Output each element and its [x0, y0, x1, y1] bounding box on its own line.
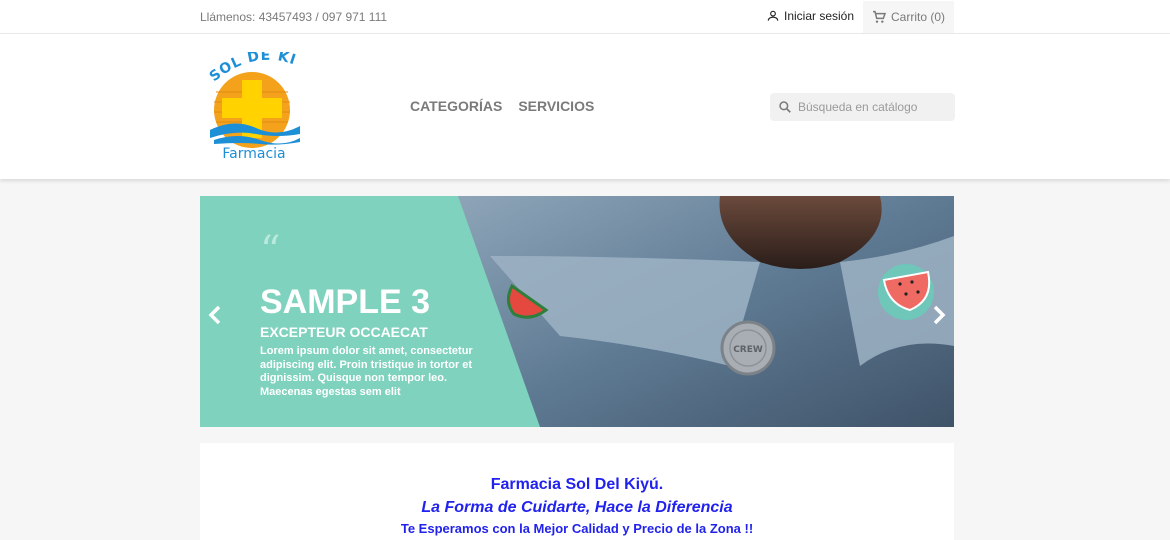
- cart-label: Carrito (0): [891, 10, 946, 24]
- slide-subtitle: EXCEPTEUR OCCAECAT: [260, 324, 428, 340]
- slide-title: SAMPLE 3: [260, 283, 431, 321]
- quote-mark: “: [260, 228, 281, 274]
- search-icon[interactable]: [778, 100, 792, 114]
- welcome-slogan: La Forma de Cuidarte, Hace la Diferencia: [421, 499, 733, 516]
- welcome-tagline: Te Esperamos con la Mejor Calidad y Prec…: [400, 521, 754, 536]
- login-link[interactable]: Iniciar sesión: [766, 9, 854, 23]
- store-logo[interactable]: SOL DE KIYÚ Farmacia: [197, 38, 304, 164]
- chevron-left-icon[interactable]: [206, 304, 226, 326]
- welcome-section: Farmacia Sol Del Kiyú. La Forma de Cuida…: [200, 443, 954, 540]
- hero-carousel: CREW “ SAMPLE 3 EXCEPTEUR OCCAECAT Lorem…: [200, 196, 954, 427]
- button-pin-text: CREW: [733, 345, 763, 355]
- nav-servicios[interactable]: SERVICIOS: [518, 98, 594, 114]
- user-icon: [767, 10, 779, 21]
- slide-text: Lorem ipsum dolor sit amet, consectetur …: [260, 345, 473, 398]
- chevron-right-icon[interactable]: [928, 304, 948, 326]
- cart-button[interactable]: Carrito (0): [863, 1, 954, 33]
- search-box[interactable]: [770, 93, 955, 121]
- contact-phone: Llámenos: 43457493 / 097 971 111: [200, 10, 388, 24]
- cart-icon: [873, 10, 887, 23]
- main-nav: CATEGORÍAS SERVICIOS: [410, 98, 594, 114]
- top-bar: Llámenos: 43457493 / 097 971 111 Iniciar…: [0, 0, 1170, 34]
- welcome-title: Farmacia Sol Del Kiyú.: [490, 476, 664, 493]
- search-input[interactable]: [798, 100, 948, 114]
- logo-sub-text: Farmacia: [222, 146, 285, 162]
- nav-categorias[interactable]: CATEGORÍAS: [410, 98, 502, 114]
- login-label: Iniciar sesión: [784, 9, 855, 23]
- site-header: SOL DE KIYÚ Farmacia CATEGORÍAS SERVICIO…: [0, 34, 1170, 179]
- slide-caption: “ SAMPLE 3 EXCEPTEUR OCCAECAT Lorem ipsu…: [260, 228, 485, 399]
